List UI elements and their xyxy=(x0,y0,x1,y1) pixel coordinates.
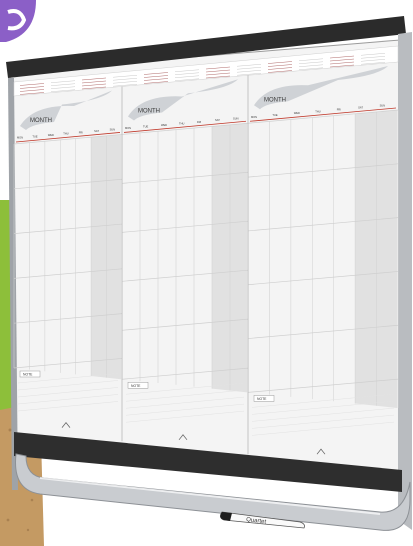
weekday-label: THU xyxy=(63,132,68,136)
weekday-label: TUE xyxy=(272,113,277,117)
weekday-label: WED xyxy=(161,123,167,127)
weekday-label: FRI xyxy=(79,130,83,134)
note-label: NOTE xyxy=(257,397,267,401)
weekday-label: SUN xyxy=(380,104,386,108)
weekday-label: TUE xyxy=(32,134,37,138)
right-frame xyxy=(398,32,412,530)
weekday-label: FRI xyxy=(197,120,201,124)
weekday-label: SAT xyxy=(358,106,363,110)
note-label: NOTE xyxy=(131,384,141,388)
photo-scene: MONTH MON TUE WED THU FRI SAT SUN NOTE MONTH MON TU… xyxy=(0,0,413,546)
weekday-label: THU xyxy=(315,109,320,113)
weekday-label: MON xyxy=(251,115,257,119)
weekday-label: MON xyxy=(125,126,131,130)
weekday-label: SAT xyxy=(215,118,220,122)
month-title: MONTH xyxy=(138,108,160,114)
weekday-label: THU xyxy=(179,121,184,125)
weekday-label: SUN xyxy=(110,128,116,132)
weekday-label: WED xyxy=(294,111,300,115)
weekday-label: FRI xyxy=(337,107,341,111)
weekday-label: SUN xyxy=(233,117,239,121)
month-title: MONTH xyxy=(264,97,286,103)
month-title: MONTH xyxy=(30,118,52,124)
weekday-label: TUE xyxy=(143,125,148,129)
weekend-column xyxy=(212,123,247,393)
weekend-column xyxy=(91,134,121,380)
weekday-label: MON xyxy=(17,136,23,140)
weekday-label: WED xyxy=(48,133,54,137)
whiteboard-surface xyxy=(9,39,403,481)
weekday-label: SAT xyxy=(94,129,99,133)
weekend-column xyxy=(355,110,397,408)
note-label: NOTE xyxy=(23,373,33,377)
